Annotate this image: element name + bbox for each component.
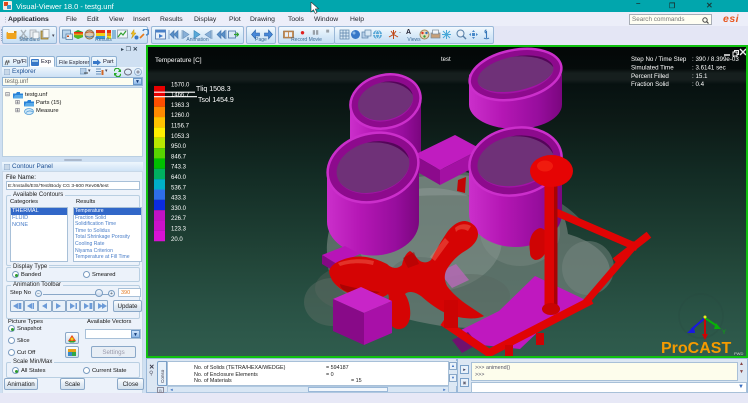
svg-text:1053.3: 1053.3	[171, 134, 190, 140]
svg-text:: 0.4: : 0.4	[692, 81, 705, 88]
svg-text:Temperature [C]: Temperature [C]	[155, 57, 202, 64]
svg-text:Tsol 1454.9: Tsol 1454.9	[198, 97, 234, 104]
svg-text:743.3: 743.3	[171, 165, 187, 171]
svg-text:20.0: 20.0	[171, 237, 183, 243]
svg-text:: 3.6141 sec: : 3.6141 sec	[692, 65, 726, 72]
svg-text:1260.0: 1260.0	[171, 113, 190, 119]
svg-text:PWD: PWD	[734, 351, 743, 356]
svg-text:846.7: 846.7	[171, 154, 187, 160]
svg-text:640.0: 640.0	[171, 175, 187, 181]
svg-text:226.7: 226.7	[171, 216, 187, 222]
svg-text:536.7: 536.7	[171, 185, 187, 191]
svg-text:1156.7: 1156.7	[171, 124, 190, 130]
svg-text:Tliq 1508.3: Tliq 1508.3	[196, 86, 231, 93]
svg-text:433.3: 433.3	[171, 196, 187, 202]
svg-text:test: test	[441, 57, 451, 63]
svg-text:Percent Filled: Percent Filled	[631, 73, 669, 80]
svg-text:Y: Y	[722, 330, 726, 336]
svg-text:1570.0: 1570.0	[171, 82, 190, 88]
svg-text:Fraction Solid: Fraction Solid	[631, 81, 669, 88]
svg-text:330.0: 330.0	[171, 206, 187, 212]
svg-text:ProCAST: ProCAST	[661, 340, 731, 356]
svg-text:Simulated Time: Simulated Time	[631, 65, 674, 72]
svg-text:Step No / Time Step: Step No / Time Step	[631, 56, 687, 63]
svg-text:: 390 / 8.399e-03: : 390 / 8.399e-03	[692, 56, 739, 63]
svg-text:950.0: 950.0	[171, 144, 187, 150]
svg-text:1363.3: 1363.3	[171, 103, 190, 109]
svg-text:: 15.1: : 15.1	[692, 73, 708, 80]
svg-text:1466.7: 1466.7	[171, 93, 190, 99]
svg-text:123.3: 123.3	[171, 227, 187, 233]
